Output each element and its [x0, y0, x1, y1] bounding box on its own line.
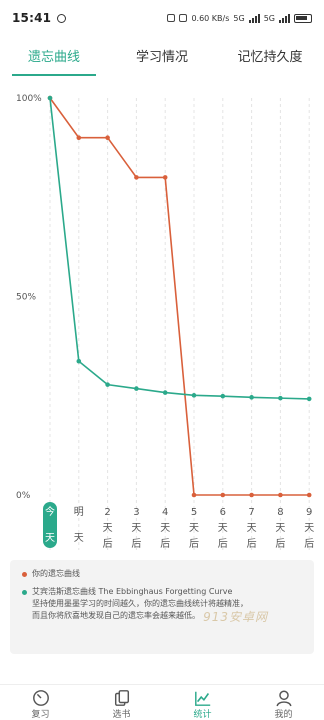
x-tick-label: 天	[189, 523, 199, 534]
series-point-0	[278, 492, 283, 498]
series-point-0	[76, 135, 82, 140]
signal-icon	[248, 13, 260, 23]
status-indicators: 0.60 KB/s 5G 5G	[167, 13, 312, 23]
nav-review-label: 复习	[31, 710, 50, 720]
cards-icon	[114, 690, 129, 706]
series-point-0	[191, 492, 197, 498]
x-tick-label: 明	[74, 506, 84, 518]
series-point-0	[134, 175, 139, 180]
tab-forgetting-curve[interactable]: 遗忘曲线	[0, 40, 108, 76]
x-tick-label: 天	[304, 523, 314, 534]
x-tick-label: 后	[103, 538, 113, 550]
series-point-0	[105, 135, 110, 140]
series-point-1	[306, 396, 312, 402]
y-tick-label: 50%	[16, 293, 36, 303]
signal-label-1: 5G	[233, 13, 245, 23]
x-tick-label: 天	[218, 523, 228, 534]
legend-label-user: 你的遗忘曲线	[32, 569, 80, 578]
status-bar: 15:41 0.60 KB/s 5G 5G	[0, 0, 324, 36]
x-tick-label: 后	[131, 538, 141, 550]
x-tick-label: 后	[275, 538, 285, 550]
series-point-0	[162, 175, 168, 180]
x-tick-label: 天	[45, 533, 55, 544]
legend-item-user: 你的遗忘曲线	[22, 568, 302, 580]
series-point-1	[134, 386, 139, 391]
series-point-1	[191, 393, 197, 398]
signal-label-2: 5G	[263, 13, 275, 23]
x-tick-label: 天	[131, 523, 141, 534]
watermark: 913安卓网	[203, 610, 268, 624]
bottom-nav: 复习 选书 统计 我的	[0, 684, 324, 720]
silent-icon	[179, 14, 188, 22]
nav-profile-label: 我的	[274, 710, 293, 720]
x-tick-label: 天	[160, 523, 170, 534]
nav-profile[interactable]: 我的	[243, 685, 324, 720]
nav-books-label: 选书	[112, 710, 131, 720]
series-point-0	[306, 492, 312, 498]
x-tick-label: 后	[247, 538, 257, 550]
series-point-1	[162, 390, 168, 395]
tab-study-status[interactable]: 学习情况	[108, 40, 216, 76]
x-tick-label: 天	[247, 523, 257, 534]
series-point-0	[249, 492, 254, 498]
alarm-icon	[167, 14, 176, 22]
series-point-1	[47, 95, 53, 101]
series-point-1	[105, 382, 110, 387]
legend-dot-ebbinghaus	[22, 590, 27, 595]
legend-card: 你的遗忘曲线 艾宾浩斯遗忘曲线 The Ebbinghaus Forgettin…	[10, 560, 314, 654]
x-tick-label: 天	[275, 523, 285, 534]
chart-icon	[194, 691, 210, 706]
legend-label-ebbinghaus: 艾宾浩斯遗忘曲线 The Ebbinghaus Forgetting Curve	[32, 587, 233, 596]
series-point-1	[220, 393, 226, 399]
x-tick-label: 7	[248, 507, 254, 518]
net-speed: 0.60 KB/s	[191, 13, 230, 23]
x-tick-label: 今	[45, 505, 55, 518]
signal-icon-2	[279, 13, 290, 23]
series-line-0	[49, 97, 310, 496]
x-tick-label: 天	[74, 533, 84, 544]
forgetting-curve-chart: 100% 50% 0% 今天明天 2 天后 3 天后 4 天后 5 天后 6 天后 7 天后 8 天后 9 天后	[0, 80, 324, 550]
x-tick-label: 后	[304, 538, 314, 550]
series-point-1	[278, 395, 283, 401]
legend-dot-user	[22, 572, 27, 577]
tab-memory-duration[interactable]: 记忆持久度	[216, 40, 324, 76]
legend-item-ebbinghaus: 艾宾浩斯遗忘曲线 The Ebbinghaus Forgetting Curve	[22, 586, 302, 598]
y-tick-label: 0%	[16, 491, 31, 501]
person-icon	[276, 690, 291, 707]
series-point-1	[249, 395, 254, 400]
x-tick-label: 8	[277, 507, 283, 518]
x-tick-label: 后	[189, 538, 199, 550]
nav-stats-label: 统计	[193, 710, 212, 720]
x-tick-label: 6	[220, 507, 226, 518]
x-tick-label: 4	[162, 507, 168, 518]
nav-review[interactable]: 复习	[0, 685, 81, 720]
series-point-0	[220, 492, 226, 498]
x-tick-label: 后	[218, 538, 228, 550]
x-tick-label: 2	[104, 507, 110, 518]
notification-icon	[57, 13, 67, 23]
battery-icon	[294, 13, 312, 23]
x-tick-label: 5	[191, 507, 197, 518]
series-line-1	[49, 97, 310, 400]
x-tick-label: 天	[103, 523, 113, 534]
tab-bar: 遗忘曲线 学习情况 记忆持久度	[0, 40, 324, 76]
y-tick-label: 100%	[16, 94, 42, 104]
x-tick-label: 后	[160, 538, 170, 550]
x-tick-label: 3	[133, 507, 139, 518]
timer-icon	[32, 690, 49, 706]
status-time: 15:41	[12, 11, 52, 25]
series-point-1	[76, 358, 82, 364]
nav-stats[interactable]: 统计	[162, 685, 243, 720]
x-tick-label: 9	[306, 507, 312, 518]
nav-books[interactable]: 选书	[81, 685, 162, 720]
chart-svg: 100%50%0%今天明天2天后3天后4天后5天后6天后7天后8天后9天后	[16, 94, 314, 550]
